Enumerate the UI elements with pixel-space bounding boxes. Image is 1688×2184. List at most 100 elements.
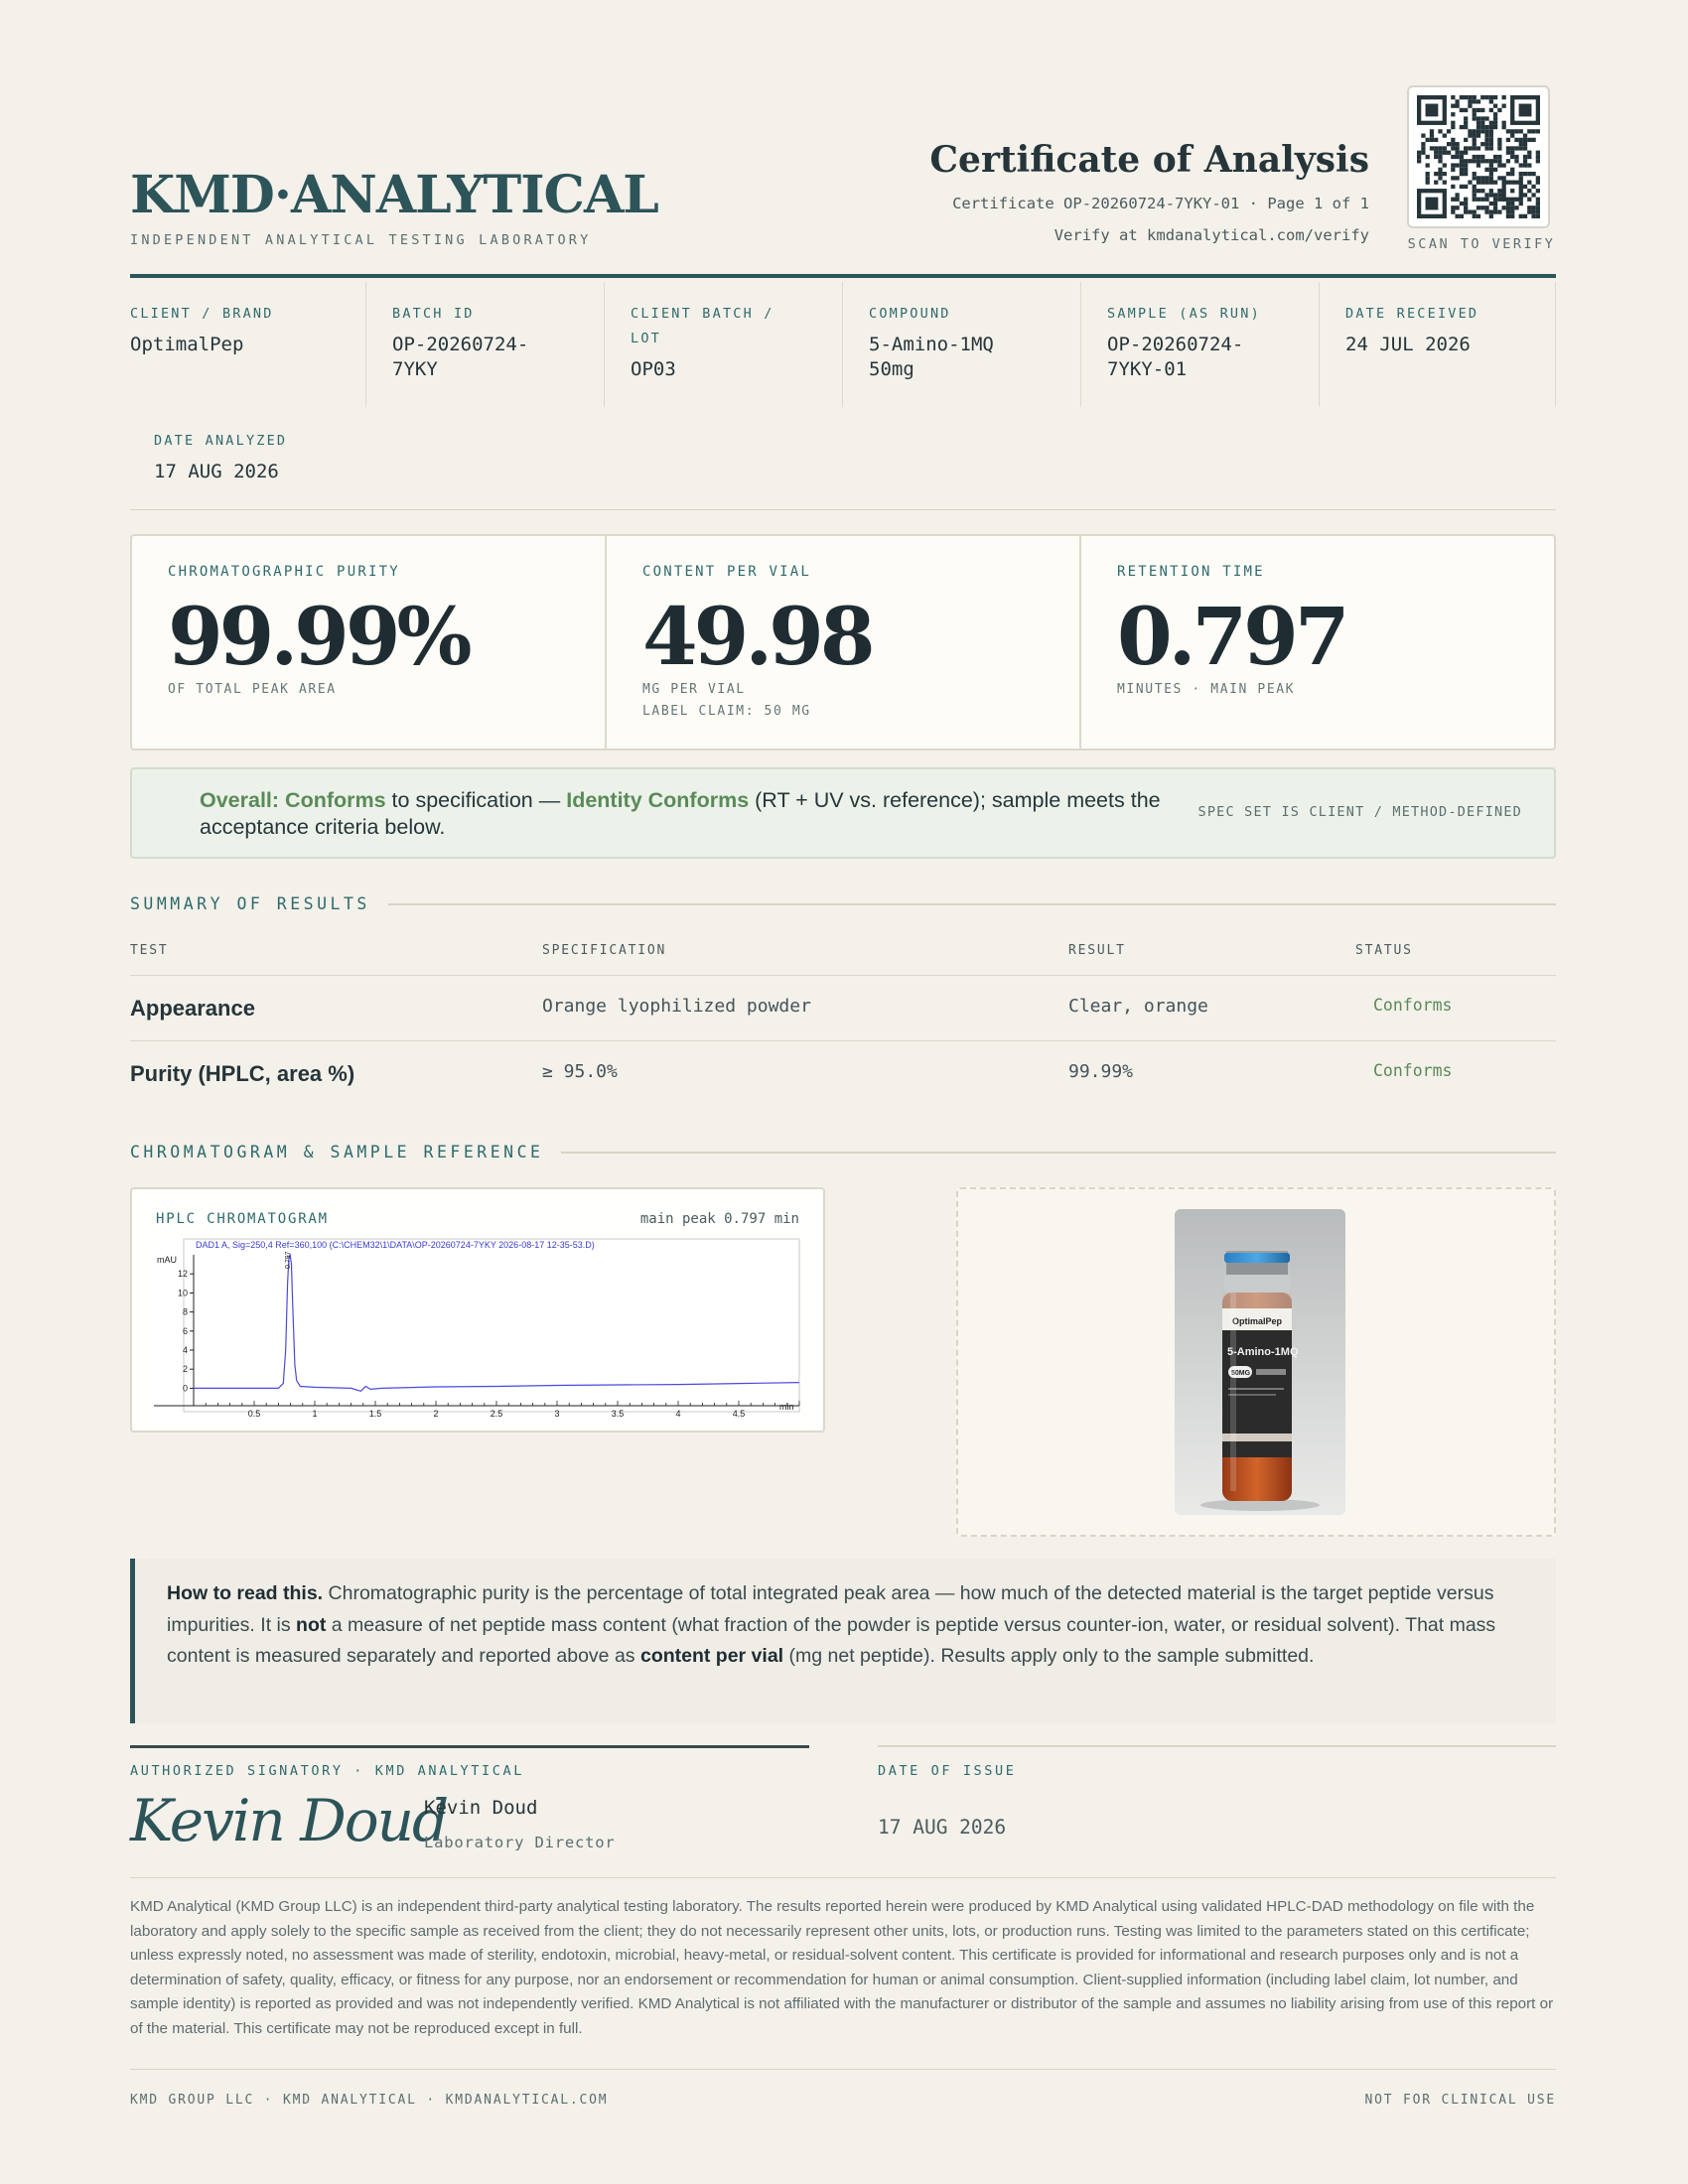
spec-note: SPEC SET IS CLIENT / METHOD-DEFINED: [1197, 804, 1522, 820]
summary-header: SUMMARY OF RESULTS: [130, 894, 1556, 913]
main-peak-note: main peak 0.797 min: [639, 1211, 799, 1227]
info-value: 5-Amino-1MQ 50mg: [869, 334, 994, 380]
how-to-read-note: How to read this. Chromatographic purity…: [130, 1559, 1556, 1723]
sample-vial-photo: OptimalPep 5-Amino-1MQ 50MG: [1175, 1209, 1345, 1515]
certificate-number: Certificate OP-20260724-7YKY-01 · Page 1…: [952, 195, 1369, 212]
overall-text-1: to specification —: [385, 788, 567, 812]
page-title: Certificate of Analysis: [929, 139, 1369, 181]
info-value: OptimalPep: [130, 334, 244, 355]
table-row: Appearance Orange lyophilized powder Cle…: [130, 975, 1556, 1040]
x-tick-label: 2: [433, 1409, 438, 1419]
info-value: OP-20260724-7YKY-01: [1107, 334, 1244, 380]
chromatogram-title: HPLC CHROMATOGRAM: [156, 1211, 329, 1227]
row-spec: ≥ 95.0%: [542, 1061, 618, 1082]
metric-retention: RETENTION TIME 0.797 MINUTES · MAIN PEAK: [1081, 536, 1554, 749]
footer-right: NOT FOR CLINICAL USE: [1364, 2093, 1556, 2108]
info-label: DATE ANALYZED: [154, 433, 288, 449]
verify-link[interactable]: Verify at kmdanalytical.com/verify: [1055, 226, 1369, 244]
signer-name: Kevin Doud: [424, 1797, 538, 1819]
signal-label: DAD1 A, Sig=250,4 Ref=360,100 (C:\CHEM32…: [196, 1240, 595, 1250]
x-tick-label: 1: [312, 1409, 317, 1419]
row-spec: Orange lyophilized powder: [542, 996, 811, 1017]
x-unit: min: [779, 1402, 794, 1412]
y-tick-label: 8: [183, 1307, 188, 1317]
info-label: DATE RECEIVED: [1345, 306, 1479, 322]
overall-status: Overall: Conforms: [200, 788, 386, 812]
metrics-panel: CHROMATOGRAPHIC PURITY 99.99% OF TOTAL P…: [130, 534, 1556, 751]
row-status: Conforms: [1373, 1061, 1453, 1080]
x-tick-label: 3: [554, 1409, 559, 1419]
emphasis-content-per-vial: content per vial: [639, 1645, 784, 1667]
x-tick-label: 4: [675, 1409, 680, 1419]
info-client-lot: CLIENT BATCH / LOT OP03: [605, 282, 843, 407]
chromatogram-header: CHROMATOGRAM & SAMPLE REFERENCE: [130, 1143, 1556, 1161]
info-rule: [130, 509, 1556, 510]
col-test: TEST: [130, 943, 169, 958]
footer-left: KMD GROUP LLC · KMD ANALYTICAL · KMDANAL…: [130, 2093, 609, 2108]
row-result: 99.99%: [1068, 1061, 1134, 1082]
section-title: CHROMATOGRAM & SAMPLE REFERENCE: [130, 1143, 544, 1161]
header-rule: [130, 274, 1556, 278]
y-tick-label: 4: [183, 1345, 188, 1355]
info-label: SAMPLE (AS RUN): [1107, 306, 1261, 322]
col-spec: SPECIFICATION: [542, 943, 667, 958]
info-label: COMPOUND: [869, 306, 951, 322]
row-test: Purity (HPLC, area %): [130, 1061, 355, 1086]
signer-title: Laboratory Director: [424, 1834, 616, 1851]
overall-text: Overall: Conforms to specification — Ide…: [200, 787, 1202, 841]
col-result: RESULT: [1068, 943, 1126, 958]
chromatogram-panel: HPLC CHROMATOGRAM main peak 0.797 min DA…: [130, 1187, 825, 1433]
identity-status: Identity Conforms: [566, 788, 750, 812]
brand-logo: KMD·ANALYTICAL: [130, 165, 659, 225]
vial-compound: 5-Amino-1MQ: [1227, 1346, 1299, 1358]
info-value: 17 AUG 2026: [154, 461, 279, 482]
metric-value: 99.99%: [168, 590, 473, 683]
qr-label: SCAN TO VERIFY: [1407, 236, 1556, 252]
x-tick-label: 2.5: [491, 1409, 503, 1419]
x-tick-label: 1.5: [369, 1409, 382, 1419]
qr-code[interactable]: [1407, 85, 1550, 228]
y-tick-label: 0: [183, 1383, 188, 1393]
date-rule: [878, 1745, 1556, 1747]
sample-photo-frame: OptimalPep 5-Amino-1MQ 50MG: [956, 1187, 1556, 1537]
row-status: Conforms: [1373, 996, 1453, 1015]
info-label: BATCH ID: [392, 306, 475, 322]
x-tick-label: 3.5: [612, 1409, 625, 1419]
info-value: OP-20260724-7YKY: [392, 334, 529, 380]
y-tick-label: 6: [183, 1326, 188, 1336]
section-title: SUMMARY OF RESULTS: [130, 894, 370, 913]
metric-label: CHROMATOGRAPHIC PURITY: [168, 564, 400, 580]
how-to-read-part-3: (mg net peptide). Results apply only to …: [783, 1645, 1315, 1667]
info-value: OP03: [631, 358, 676, 380]
how-to-read-text: How to read this. Chromatographic purity…: [167, 1578, 1527, 1673]
how-to-read-lead: How to read this.: [167, 1582, 324, 1604]
info-batch-id: BATCH ID OP-20260724-7YKY: [366, 282, 605, 407]
x-tick-label: 0.5: [248, 1409, 261, 1419]
y-tick-label: 10: [178, 1288, 188, 1297]
chromatogram-chart: DAD1 A, Sig=250,4 Ref=360,100 (C:\CHEM32…: [154, 1237, 803, 1422]
x-tick-label: 4.5: [733, 1409, 746, 1419]
info-client: CLIENT / BRAND OptimalPep: [130, 282, 366, 407]
y-unit: mAU: [157, 1255, 177, 1265]
metric-value: 0.797: [1117, 590, 1350, 683]
col-status: STATUS: [1355, 943, 1413, 958]
metric-label: CONTENT PER VIAL: [642, 564, 812, 580]
disclaimer-rule: [130, 1877, 1556, 1878]
row-result: Clear, orange: [1068, 996, 1208, 1017]
date-of-issue: 17 AUG 2026: [878, 1816, 1007, 1839]
y-tick-label: 12: [178, 1269, 188, 1279]
peak-label: 0.797: [285, 1251, 292, 1269]
info-label: CLIENT / BRAND: [130, 306, 274, 322]
info-date-analyzed: DATE ANALYZED 17 AUG 2026: [154, 429, 287, 484]
info-compound: COMPOUND 5-Amino-1MQ 50mg: [843, 282, 1081, 407]
disclaimer: KMD Analytical (KMD Group LLC) is an ind…: [130, 1898, 1554, 2037]
info-value: 24 JUL 2026: [1345, 334, 1471, 355]
handwritten-signature: Kevin Doud: [130, 1787, 449, 1854]
footer-rule: [130, 2069, 1556, 2070]
info-sample: SAMPLE (AS RUN) OP-20260724-7YKY-01: [1081, 282, 1320, 407]
metric-sub-label-claim: LABEL CLAIM: 50 MG: [642, 704, 811, 719]
qr-code-icon: [1417, 95, 1540, 218]
row-test: Appearance: [130, 996, 255, 1021]
table-row: Purity (HPLC, area %) ≥ 95.0% 99.99% Con…: [130, 1040, 1556, 1106]
y-tick-label: 2: [183, 1364, 188, 1374]
